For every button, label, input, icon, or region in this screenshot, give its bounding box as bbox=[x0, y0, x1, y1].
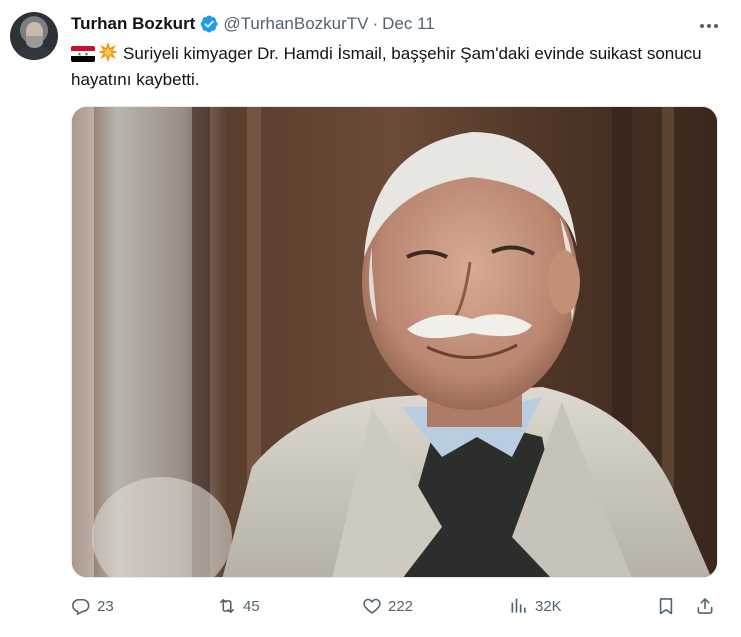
like-button[interactable]: 222 bbox=[362, 594, 413, 618]
avatar-beard bbox=[26, 36, 43, 48]
action-bar: 23 45 222 32K bbox=[71, 594, 721, 618]
avatar[interactable] bbox=[10, 12, 58, 60]
header-separator: · bbox=[372, 14, 379, 33]
author-name[interactable]: Turhan Bozkurt bbox=[71, 14, 195, 34]
tweet-card[interactable]: Turhan Bozkurt @TurhanBozkurTV · Dec 11 … bbox=[0, 0, 741, 637]
views-chart-icon bbox=[511, 598, 526, 613]
views-button[interactable]: 32K bbox=[509, 594, 562, 618]
tweet-text-content: Suriyeli kimyager Dr. Hamdi İsmail, başş… bbox=[71, 44, 702, 89]
avatar-shoulders bbox=[16, 46, 53, 60]
tweet-photo[interactable] bbox=[71, 106, 718, 578]
syria-flag-icon bbox=[71, 46, 95, 62]
reply-count: 23 bbox=[97, 597, 114, 615]
bookmark-icon bbox=[659, 598, 673, 615]
tweet-header: Turhan Bozkurt @TurhanBozkurTV · Dec 11 bbox=[71, 12, 435, 36]
share-button[interactable] bbox=[695, 594, 715, 618]
views-count: 32K bbox=[535, 597, 562, 615]
repost-count: 45 bbox=[243, 597, 260, 615]
tweet-date[interactable]: Dec 11 bbox=[382, 14, 435, 34]
like-count: 222 bbox=[388, 597, 414, 615]
repost-button[interactable]: 45 bbox=[217, 594, 260, 618]
repost-icon bbox=[219, 598, 235, 614]
share-icon bbox=[697, 598, 713, 614]
bookmark-button[interactable] bbox=[656, 594, 676, 618]
collision-icon bbox=[97, 41, 119, 63]
author-handle[interactable]: @TurhanBozkurTV bbox=[223, 14, 368, 34]
reply-button[interactable]: 23 bbox=[71, 594, 114, 618]
tweet-text: Suriyeli kimyager Dr. Hamdi İsmail, başş… bbox=[71, 41, 721, 93]
more-icon[interactable] bbox=[694, 14, 724, 38]
heart-icon bbox=[363, 598, 381, 614]
reply-icon bbox=[72, 598, 90, 616]
verified-badge-icon bbox=[199, 14, 219, 34]
photo-illustration bbox=[72, 107, 717, 577]
